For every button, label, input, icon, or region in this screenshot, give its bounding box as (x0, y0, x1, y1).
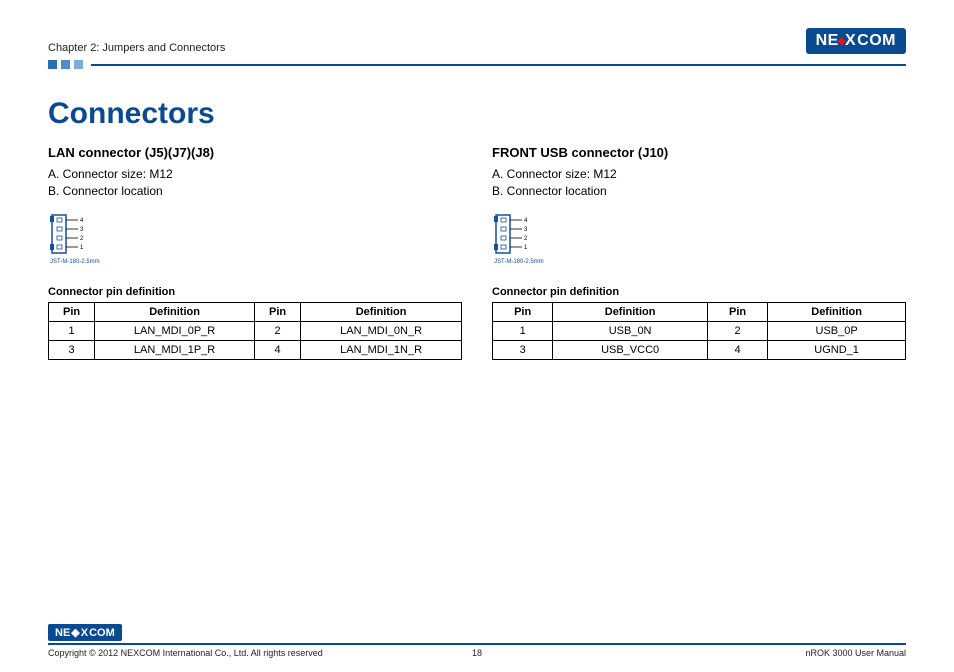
cell-pin: 2 (254, 321, 300, 340)
table-row: 1 LAN_MDI_0P_R 2 LAN_MDI_0N_R (49, 321, 462, 340)
table-header-row: Pin Definition Pin Definition (493, 302, 906, 321)
page-footer: NE◆XCOM Copyright © 2012 NEXCOM Internat… (48, 623, 906, 659)
page-header: Chapter 2: Jumpers and Connectors NE◆XCO… (48, 20, 906, 54)
header-rule (91, 64, 906, 66)
logo-part-x: X (845, 32, 856, 50)
th-pin: Pin (254, 302, 300, 321)
pin-num: 4 (524, 218, 528, 224)
header-divider (48, 60, 906, 69)
th-pin: Pin (49, 302, 95, 321)
usb-location-line: B. Connector location (492, 183, 906, 200)
footer-rule (48, 643, 906, 645)
th-def: Definition (301, 302, 462, 321)
page-number: 18 (472, 648, 482, 658)
usb-size-line: A. Connector size: M12 (492, 166, 906, 183)
table-row: 3 USB_VCC0 4 UGND_1 (493, 340, 906, 359)
cell-def: USB_0N (553, 321, 708, 340)
cell-pin: 1 (493, 321, 553, 340)
logo-part-com: COM (857, 32, 896, 50)
content-columns: LAN connector (J5)(J7)(J8) A. Connector … (48, 145, 906, 360)
table-header-row: Pin Definition Pin Definition (49, 302, 462, 321)
lan-connector-diagram: 4 3 2 1 JST-M-180-2.5mm (48, 213, 118, 268)
pin-num: 4 (80, 218, 84, 224)
th-def: Definition (768, 302, 906, 321)
cell-def: LAN_MDI_1P_R (95, 340, 255, 359)
pin-num: 1 (524, 245, 528, 251)
th-pin: Pin (493, 302, 553, 321)
lan-pin-table: Pin Definition Pin Definition 1 LAN_MDI_… (48, 302, 462, 360)
cell-pin: 4 (707, 340, 767, 359)
logo-part-ne: NE (816, 32, 839, 50)
cell-pin: 3 (493, 340, 553, 359)
chapter-label: Chapter 2: Jumpers and Connectors (48, 42, 225, 54)
usb-pin-table: Pin Definition Pin Definition 1 USB_0N 2… (492, 302, 906, 360)
cell-def: UGND_1 (768, 340, 906, 359)
cell-def: LAN_MDI_0P_R (95, 321, 255, 340)
decor-square-icon (48, 60, 57, 69)
decor-square-icon (74, 60, 83, 69)
nexcom-logo: NE◆XCOM (806, 28, 906, 54)
left-column: LAN connector (J5)(J7)(J8) A. Connector … (48, 145, 462, 360)
lan-table-caption: Connector pin definition (48, 286, 462, 298)
logo-part-com: COM (89, 627, 115, 639)
cell-pin: 3 (49, 340, 95, 359)
manual-name: nROK 3000 User Manual (805, 648, 906, 658)
diagram-label: JST-M-180-2.5mm (50, 259, 100, 265)
diagram-label: JST-M-180-2.5mm (494, 259, 544, 265)
logo-part-x: X (81, 627, 88, 639)
cell-def: USB_0P (768, 321, 906, 340)
table-row: 3 LAN_MDI_1P_R 4 LAN_MDI_1N_R (49, 340, 462, 359)
usb-table-caption: Connector pin definition (492, 286, 906, 298)
footer-nexcom-logo: NE◆XCOM (48, 624, 122, 641)
th-pin: Pin (707, 302, 767, 321)
pin-num: 1 (80, 245, 84, 251)
lan-location-line: B. Connector location (48, 183, 462, 200)
cell-pin: 2 (707, 321, 767, 340)
pin-num: 3 (524, 227, 528, 233)
usb-heading: FRONT USB connector (J10) (492, 145, 906, 160)
th-def: Definition (553, 302, 708, 321)
cell-def: USB_VCC0 (553, 340, 708, 359)
cell-pin: 4 (254, 340, 300, 359)
page-title: Connectors (48, 97, 906, 131)
pin-num: 3 (80, 227, 84, 233)
cell-pin: 1 (49, 321, 95, 340)
lan-size-line: A. Connector size: M12 (48, 166, 462, 183)
table-row: 1 USB_0N 2 USB_0P (493, 321, 906, 340)
copyright-text: Copyright © 2012 NEXCOM International Co… (48, 648, 323, 658)
decor-square-icon (61, 60, 70, 69)
usb-connector-diagram: 4 3 2 1 JST-M-180-2.5mm (492, 213, 562, 268)
logo-part-ne: NE (55, 627, 70, 639)
logo-dot-icon: ◆ (71, 626, 79, 639)
th-def: Definition (95, 302, 255, 321)
pin-num: 2 (80, 236, 84, 242)
cell-def: LAN_MDI_0N_R (301, 321, 462, 340)
right-column: FRONT USB connector (J10) A. Connector s… (492, 145, 906, 360)
cell-def: LAN_MDI_1N_R (301, 340, 462, 359)
lan-heading: LAN connector (J5)(J7)(J8) (48, 145, 462, 160)
pin-num: 2 (524, 236, 528, 242)
